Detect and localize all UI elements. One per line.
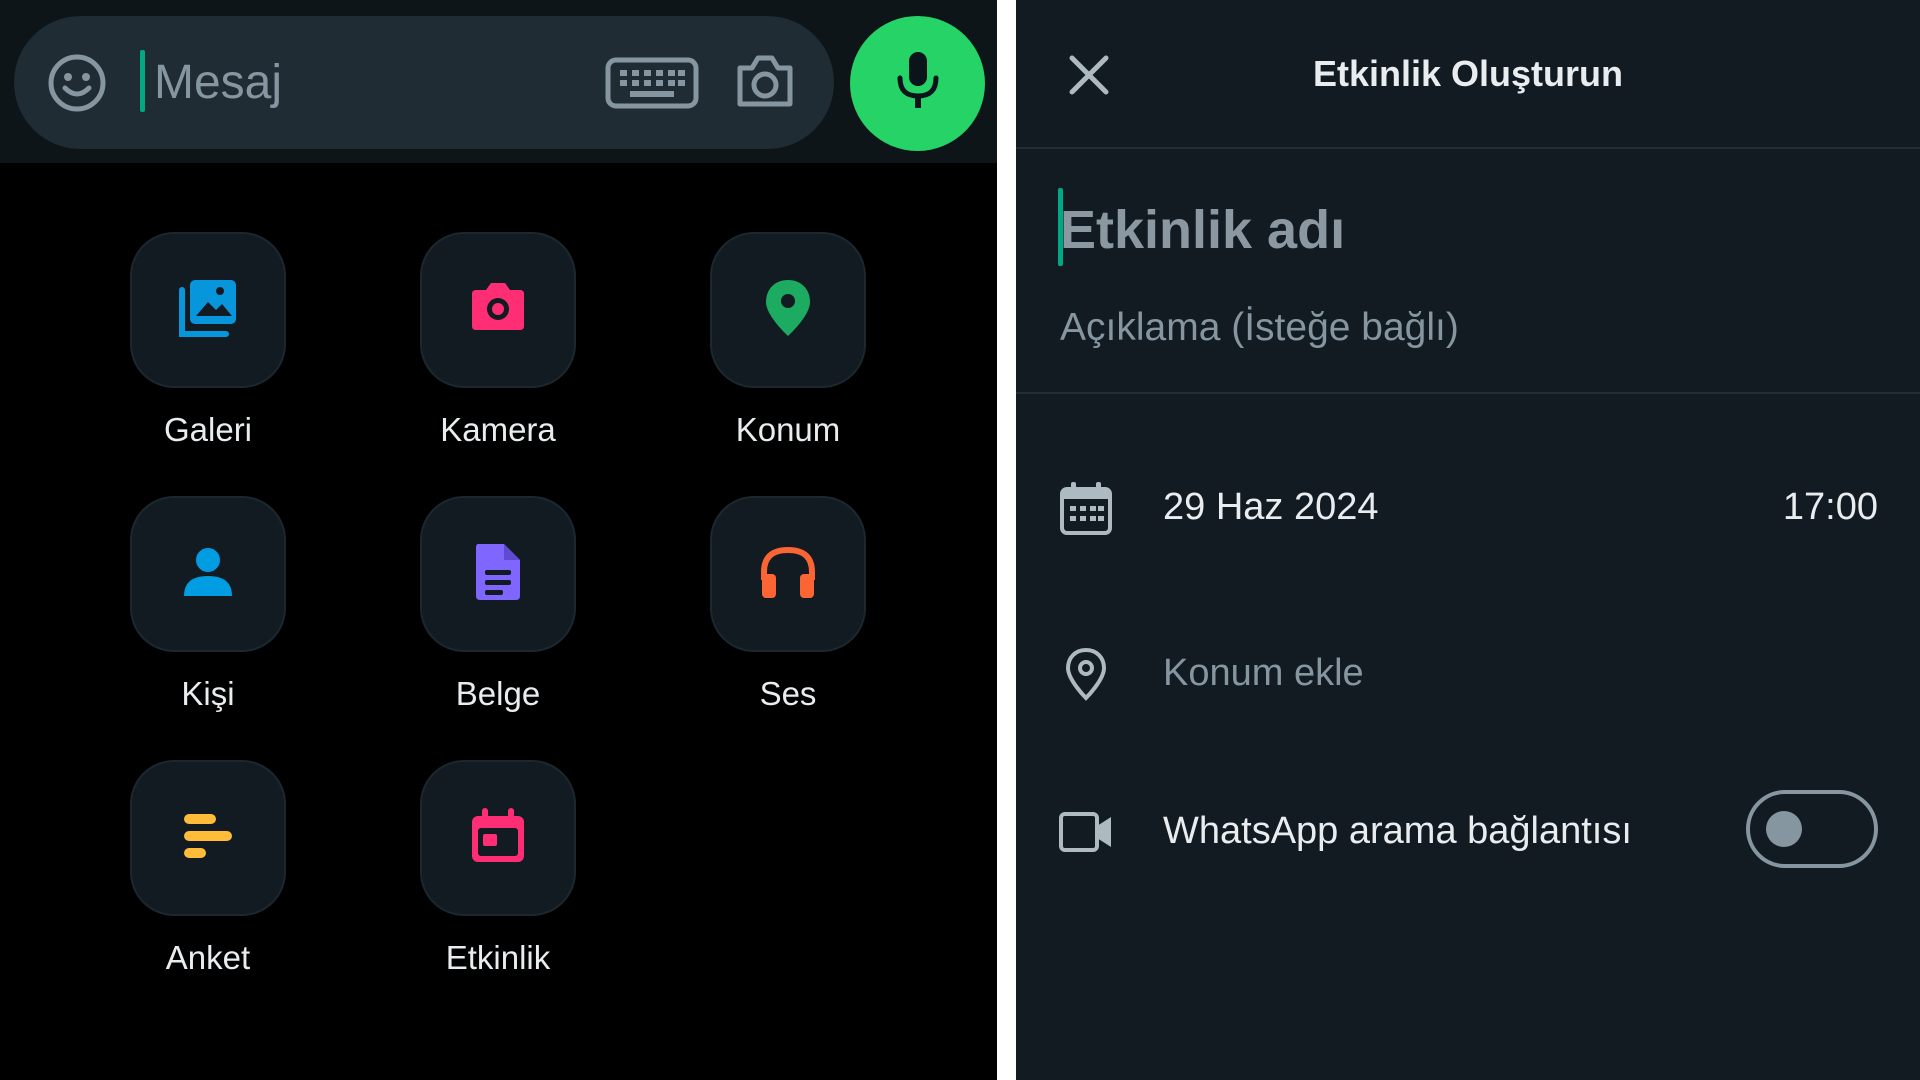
message-composer xyxy=(14,16,834,149)
location-pin-icon xyxy=(756,276,820,345)
message-input[interactable] xyxy=(152,46,586,118)
date-time-row[interactable]: 29 Haz 2024 17:00 xyxy=(1016,462,1920,552)
panel-divider xyxy=(997,0,1016,1080)
camera-tile[interactable] xyxy=(420,232,576,388)
attach-audio[interactable]: Ses xyxy=(698,496,878,714)
event-name-input[interactable] xyxy=(1058,194,1862,266)
attach-gallery[interactable]: Galeri xyxy=(118,232,298,450)
call-link-row: WhatsApp arama bağlantısı xyxy=(1016,786,1920,876)
poll-icon xyxy=(176,804,240,873)
attach-label: Galeri xyxy=(163,411,253,448)
event-description-input[interactable] xyxy=(1058,300,1862,356)
attach-label: Konum xyxy=(735,411,841,448)
video-call-icon xyxy=(1058,804,1114,860)
contact-tile[interactable] xyxy=(130,496,286,652)
attach-camera[interactable]: Kamera xyxy=(408,232,588,450)
attach-label: Anket xyxy=(165,939,251,976)
header-divider xyxy=(1016,147,1920,149)
attach-label: Etkinlik xyxy=(445,939,551,976)
attach-document[interactable]: Belge xyxy=(408,496,588,714)
attach-location[interactable]: Konum xyxy=(698,232,878,450)
gallery-icon xyxy=(176,276,240,345)
attach-label: Ses xyxy=(759,675,817,712)
poll-tile[interactable] xyxy=(130,760,286,916)
audio-tile[interactable] xyxy=(710,496,866,652)
smiley-icon[interactable] xyxy=(46,52,108,114)
form-divider xyxy=(1016,392,1920,394)
voice-record-button[interactable] xyxy=(850,16,985,151)
camera-icon[interactable] xyxy=(732,48,798,114)
toggle-knob xyxy=(1766,811,1802,847)
document-tile[interactable] xyxy=(420,496,576,652)
attach-label: Kişi xyxy=(181,675,235,712)
attach-event[interactable]: Etkinlik xyxy=(408,760,588,978)
add-location[interactable]: Konum ekle xyxy=(1163,650,1364,696)
gallery-tile[interactable] xyxy=(130,232,286,388)
mic-icon xyxy=(893,50,943,117)
attachment-panel: Galeri Kamera Konum xyxy=(0,0,997,1080)
location-tile[interactable] xyxy=(710,232,866,388)
document-icon xyxy=(466,540,530,609)
attach-label: Belge xyxy=(455,675,541,712)
attach-poll[interactable]: Anket xyxy=(118,760,298,978)
dialog-title: Etkinlik Oluşturun xyxy=(1312,53,1624,94)
keyboard-icon[interactable] xyxy=(604,54,700,112)
camera-icon xyxy=(466,276,530,345)
attach-label: Kamera xyxy=(440,411,556,448)
event-tile[interactable] xyxy=(420,760,576,916)
location-row[interactable]: Konum ekle xyxy=(1016,628,1920,718)
attach-contact[interactable]: Kişi xyxy=(118,496,298,714)
event-date[interactable]: 29 Haz 2024 xyxy=(1163,484,1379,530)
calendar-event-icon xyxy=(466,804,530,873)
create-event-dialog: Etkinlik Oluşturun 29 Haz 2024 17:00 xyxy=(1016,0,1920,1080)
call-link-label: WhatsApp arama bağlantısı xyxy=(1163,810,1632,852)
text-cursor xyxy=(140,50,145,112)
headphones-icon xyxy=(756,540,820,609)
location-pin-icon xyxy=(1058,646,1114,702)
calendar-icon xyxy=(1058,480,1114,536)
event-time[interactable]: 17:00 xyxy=(1783,484,1878,530)
person-icon xyxy=(176,540,240,609)
call-link-toggle[interactable] xyxy=(1746,790,1878,868)
